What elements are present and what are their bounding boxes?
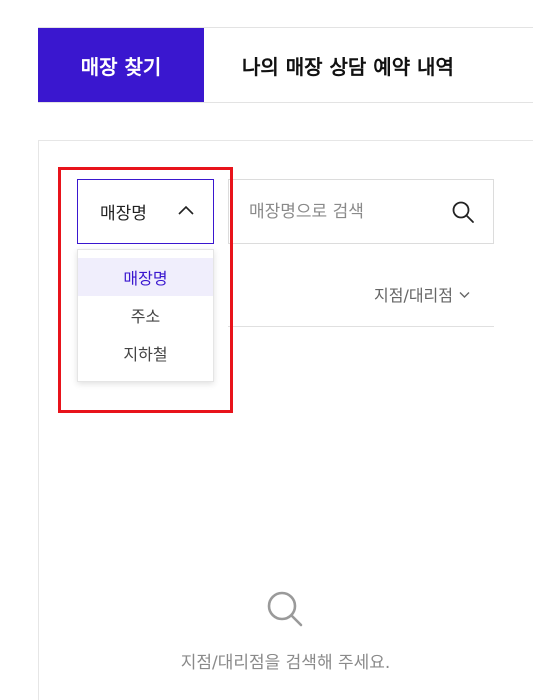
- search-type-dropdown: 매장명 주소 지하철: [77, 249, 214, 382]
- chevron-up-icon: [178, 205, 194, 215]
- search-type-value: 매장명: [100, 204, 147, 224]
- option-store-name[interactable]: 매장명: [78, 258, 213, 296]
- search-type-select[interactable]: 매장명: [77, 179, 214, 244]
- list-divider: [228, 326, 494, 327]
- branch-filter[interactable]: 지점/대리점: [374, 282, 470, 306]
- chevron-down-icon: [459, 291, 470, 298]
- option-address[interactable]: 주소: [78, 296, 213, 334]
- option-subway[interactable]: 지하철: [78, 334, 213, 372]
- branch-filter-label: 지점/대리점: [374, 286, 453, 305]
- tab-store-finder[interactable]: 매장 찾기: [38, 28, 204, 102]
- search-input[interactable]: [229, 180, 449, 243]
- empty-state-message: 지점/대리점을 검색해 주세요.: [180, 653, 391, 673]
- tab-my-consultation-reservations[interactable]: 나의 매장 상담 예약 내역: [204, 28, 504, 102]
- search-icon[interactable]: [451, 200, 475, 224]
- search-box: [228, 179, 494, 244]
- tab-bar: 매장 찾기 나의 매장 상담 예약 내역: [38, 27, 533, 103]
- empty-state-search-icon: [267, 591, 303, 627]
